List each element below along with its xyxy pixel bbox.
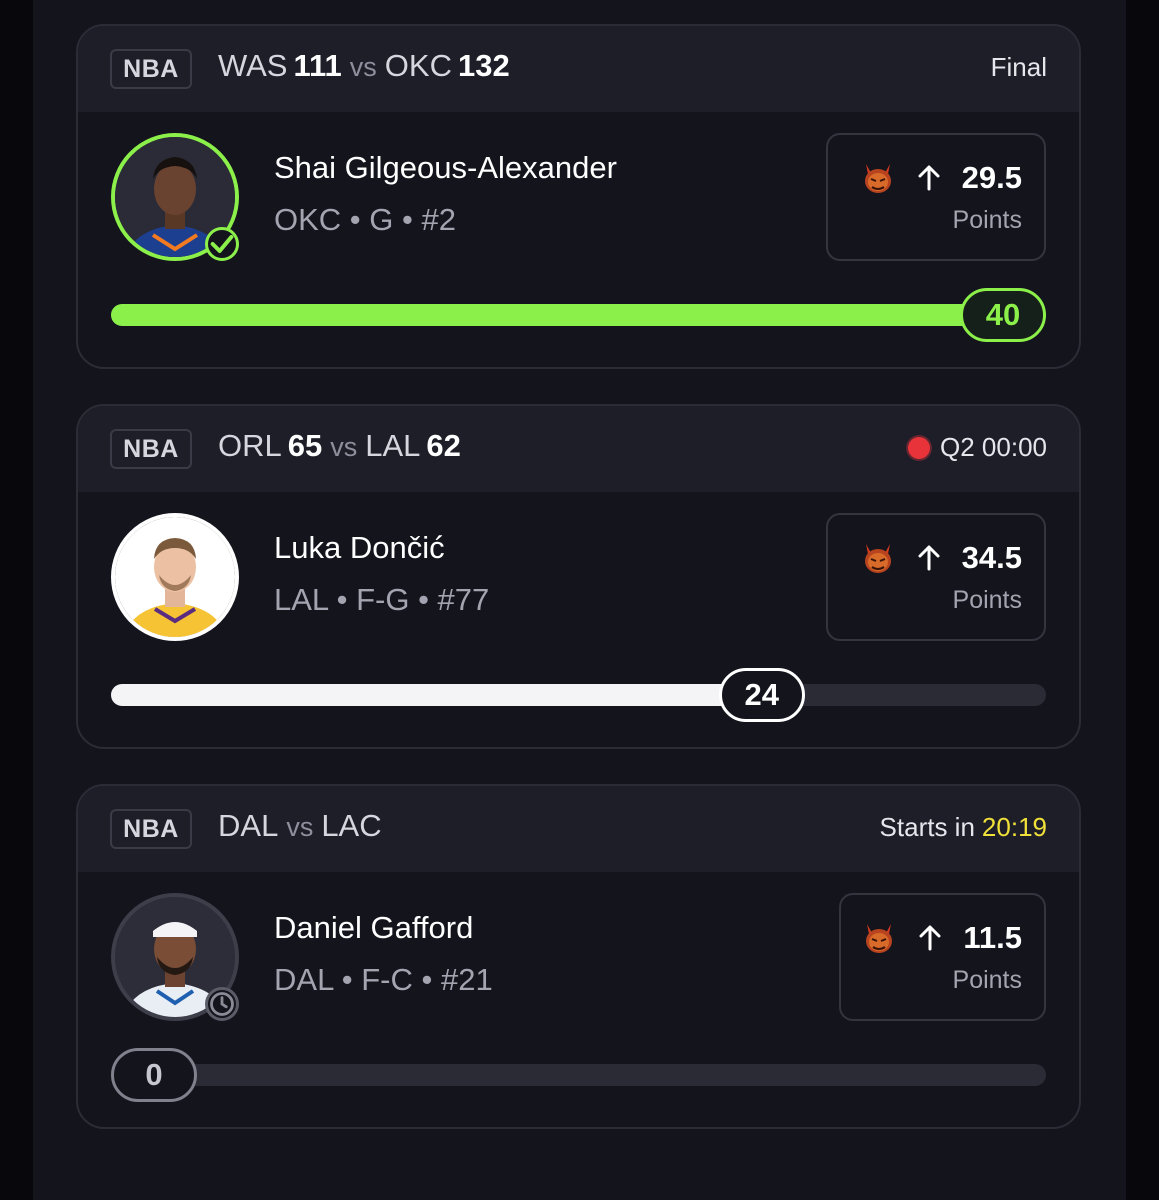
home-score: 132 <box>457 48 510 83</box>
stat-type: Points <box>952 585 1022 614</box>
check-icon <box>205 227 239 261</box>
current-stat-pill: 40 <box>960 288 1046 342</box>
progress-track: 24 <box>111 668 1046 722</box>
pick-card[interactable]: NBA DAL vs LAC Starts in 20:19 Daniel Ga… <box>76 784 1081 1129</box>
devil-icon <box>864 543 891 573</box>
player-name: Daniel Gafford <box>274 910 474 945</box>
current-stat-pill: 0 <box>111 1048 197 1102</box>
player-avatar[interactable] <box>111 513 239 641</box>
prop-line[interactable]: 11.5 Points <box>839 893 1046 1021</box>
matchup: ORL 65 vs LAL 62 <box>218 428 461 468</box>
game-header: NBA WAS 111 vs OKC 132 Final <box>78 26 1079 112</box>
countdown-timer: 20:19 <box>981 812 1047 842</box>
stat-type: Points <box>952 965 1022 994</box>
pick-card[interactable]: NBA WAS 111 vs OKC 132 Final Shai Gilgeo… <box>76 24 1081 369</box>
progress-fill <box>111 304 1046 326</box>
away-team: DAL <box>218 808 279 843</box>
progress-track: 0 <box>111 1048 1046 1102</box>
vs-label: vs <box>330 432 358 462</box>
away-team: ORL <box>218 428 282 463</box>
player-avatar[interactable] <box>111 133 239 261</box>
player-avatar[interactable] <box>111 893 239 1021</box>
matchup: DAL vs LAC <box>218 808 382 848</box>
game-header: NBA ORL 65 vs LAL 62 Q2 00:00 <box>78 406 1079 492</box>
home-team: OKC <box>384 48 452 83</box>
arrow-up-icon <box>918 545 940 570</box>
line-value: 29.5 <box>961 159 1022 195</box>
devil-icon <box>864 163 891 193</box>
game-status: Q2 00:00 <box>908 432 1047 463</box>
progress-track: 40 <box>111 288 1046 342</box>
player-meta: DAL • F-C • #21 <box>274 962 493 997</box>
line-value: 11.5 <box>963 919 1022 955</box>
prop-line[interactable]: 34.5 Points <box>826 513 1046 641</box>
home-score: 62 <box>426 428 461 463</box>
current-stat-pill: 24 <box>718 668 805 722</box>
arrow-up-icon <box>919 925 941 950</box>
league-badge: NBA <box>110 49 192 89</box>
progress-fill <box>111 684 762 706</box>
prop-line[interactable]: 29.5 Points <box>826 133 1046 261</box>
player-name: Luka Dončić <box>274 530 445 565</box>
matchup: WAS 111 vs OKC 132 <box>218 48 510 88</box>
home-team: LAC <box>321 808 382 843</box>
away-team: WAS <box>218 48 288 83</box>
player-headshot <box>115 517 235 637</box>
game-status: Final <box>991 52 1047 83</box>
league-badge: NBA <box>110 429 192 469</box>
stat-type: Points <box>952 205 1022 234</box>
player-name: Shai Gilgeous-Alexander <box>274 150 617 185</box>
league-badge: NBA <box>110 809 192 849</box>
clock-icon <box>205 987 239 1021</box>
status-text: Q2 00:00 <box>940 432 1047 462</box>
live-dot-icon <box>908 436 931 459</box>
player-meta: LAL • F-G • #77 <box>274 582 490 617</box>
vs-label: vs <box>349 52 377 82</box>
away-score: 65 <box>287 428 323 463</box>
line-value: 34.5 <box>961 539 1022 575</box>
away-score: 111 <box>293 48 342 83</box>
player-meta: OKC • G • #2 <box>274 202 456 237</box>
home-team: LAL <box>365 428 421 463</box>
status-text: Final <box>990 52 1047 82</box>
arrow-up-icon <box>918 165 940 190</box>
vs-label: vs <box>286 812 314 842</box>
devil-icon <box>866 923 893 953</box>
pick-card[interactable]: NBA ORL 65 vs LAL 62 Q2 00:00 Luka Donči… <box>76 404 1081 749</box>
status-prefix: Starts in <box>879 812 975 842</box>
game-status: Starts in 20:19 <box>880 812 1047 843</box>
game-header: NBA DAL vs LAC Starts in 20:19 <box>78 786 1079 872</box>
